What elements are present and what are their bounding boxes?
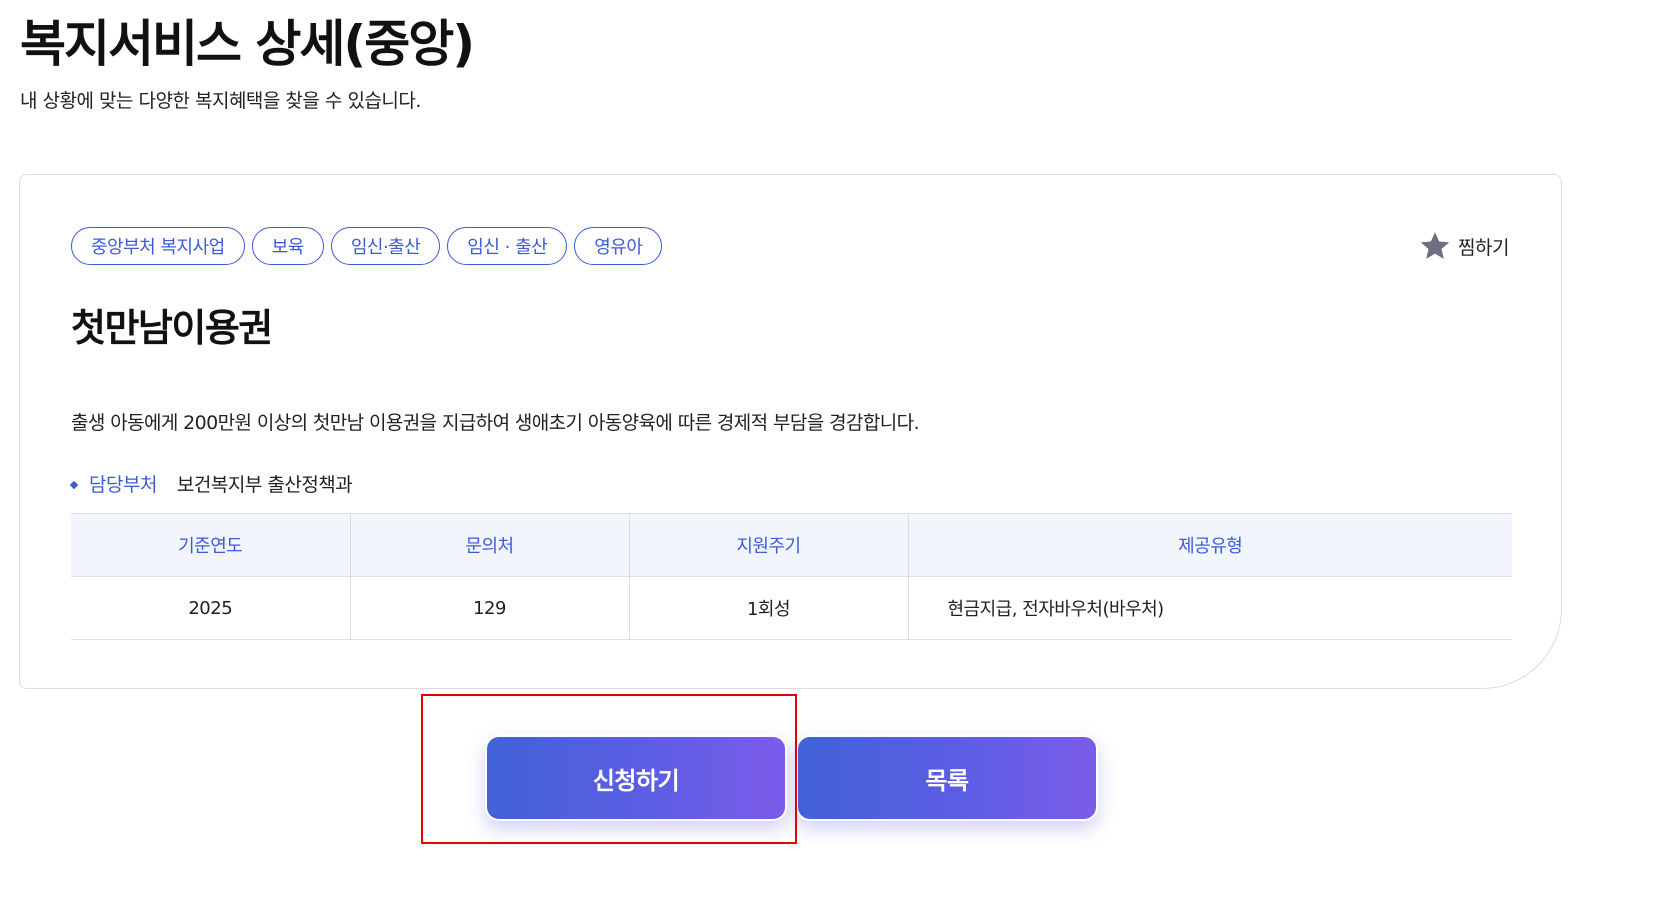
department-label: 담당부처	[89, 474, 157, 496]
bookmark-button[interactable]: 찜하기	[1418, 227, 1509, 265]
header-provision-type: 제공유형	[907, 513, 1512, 577]
tag-pregnancy-birth-2[interactable]: 임신 · 출산	[447, 227, 568, 265]
bookmark-label: 찜하기	[1458, 236, 1509, 259]
star-icon	[1418, 229, 1452, 263]
department-row: 담당부처 보건복지부 출산정책과	[69, 471, 353, 499]
tag-infant[interactable]: 영유아	[574, 227, 663, 265]
header-support-cycle: 지원주기	[628, 513, 908, 577]
list-button[interactable]: 목록	[796, 735, 1098, 821]
department-value: 보건복지부 출산정책과	[176, 474, 353, 496]
header-contact: 문의처	[349, 513, 629, 577]
tag-central-ministry[interactable]: 중앙부처 복지사업	[71, 227, 245, 265]
header-base-year: 기준연도	[71, 513, 350, 577]
apply-button[interactable]: 신청하기	[485, 735, 787, 821]
page-subtitle: 내 상황에 맞는 다양한 복지혜택을 찾을 수 있습니다.	[20, 90, 421, 112]
page-title: 복지서비스 상세(중앙)	[20, 15, 475, 73]
service-info-table: 기준연도 문의처 지원주기 제공유형 2025 129 1회성 현금지급, 전자…	[71, 513, 1512, 640]
service-description: 출생 아동에게 200만원 이상의 첫만남 이용권을 지급하여 생애초기 아동양…	[71, 412, 920, 434]
cell-base-year: 2025	[71, 576, 350, 640]
service-detail-card: 중앙부처 복지사업 보육 임신·출산 임신 · 출산 영유아 찜하기 첫만남이용…	[19, 174, 1562, 689]
diamond-bullet-icon	[69, 480, 79, 490]
tag-list: 중앙부처 복지사업 보육 임신·출산 임신 · 출산 영유아	[71, 227, 663, 265]
welfare-service-detail-page: 복지서비스 상세(중앙) 내 상황에 맞는 다양한 복지혜택을 찾을 수 있습니…	[0, 0, 1667, 915]
cell-contact: 129	[349, 576, 629, 640]
tag-childcare[interactable]: 보육	[251, 227, 324, 265]
table-row: 2025 129 1회성 현금지급, 전자바우처(바우처)	[71, 576, 1512, 640]
tag-pregnancy-birth[interactable]: 임신·출산	[330, 227, 441, 265]
service-title: 첫만남이용권	[71, 306, 273, 350]
cell-support-cycle: 1회성	[628, 576, 908, 640]
cell-provision-type: 현금지급, 전자바우처(바우처)	[907, 576, 1512, 640]
table-header-row: 기준연도 문의처 지원주기 제공유형	[71, 513, 1512, 577]
